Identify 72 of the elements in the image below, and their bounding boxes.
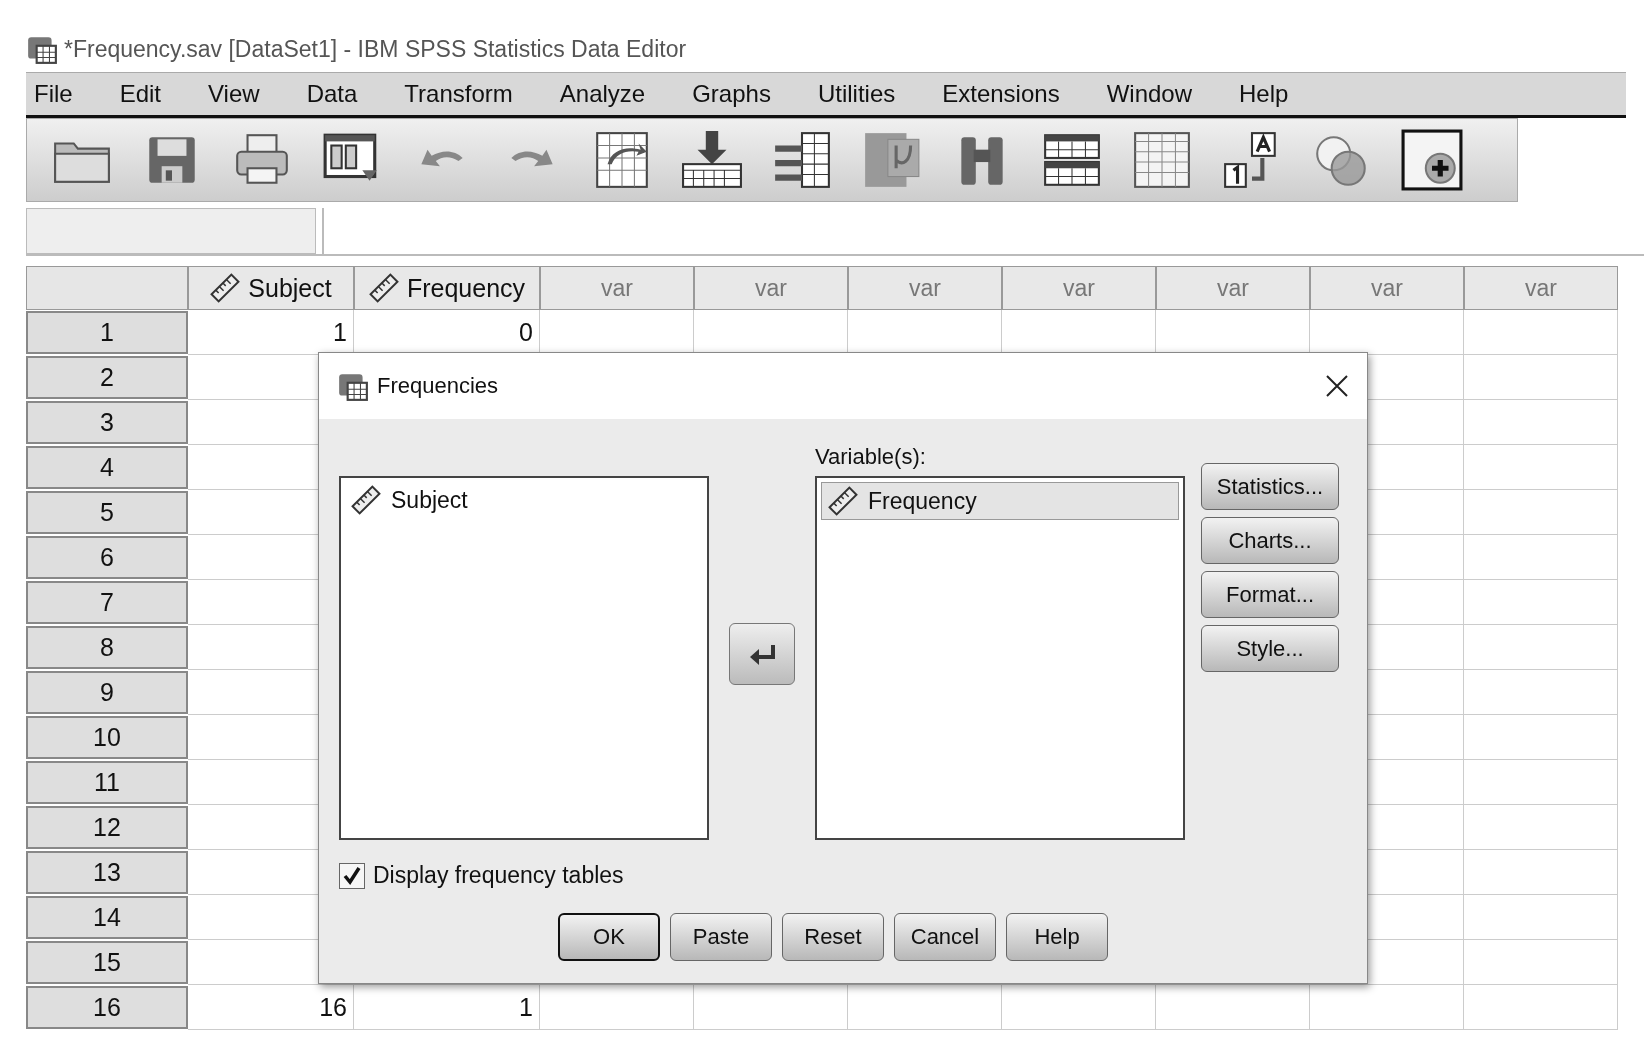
menu-item[interactable]: Edit <box>119 80 162 108</box>
row-number[interactable]: 14 <box>26 896 188 939</box>
column-name: var <box>1371 274 1403 302</box>
row-number[interactable]: 9 <box>26 671 188 714</box>
target-variable-list[interactable]: Frequency <box>815 476 1185 840</box>
column-header[interactable]: var <box>1002 266 1156 310</box>
column-header[interactable]: var <box>1464 266 1618 310</box>
menu-item[interactable]: Analyze <box>559 80 646 108</box>
column-header[interactable]: var <box>848 266 1002 310</box>
menu-item[interactable]: File <box>34 80 73 108</box>
move-button[interactable] <box>729 623 795 685</box>
dialog-button[interactable]: Paste <box>670 913 772 961</box>
row-number[interactable]: 3 <box>26 401 188 444</box>
row-number[interactable]: 12 <box>26 806 188 849</box>
table-cell: 16 <box>188 985 354 1030</box>
variable-name: Subject <box>391 486 468 514</box>
source-variable-list[interactable]: Subject <box>339 476 709 840</box>
row-number[interactable]: 8 <box>26 626 188 669</box>
menu-item[interactable]: Graphs <box>692 80 771 108</box>
cell-reference-field[interactable] <box>26 208 316 254</box>
row-number[interactable]: 15 <box>26 941 188 984</box>
dialog-button[interactable]: OK <box>558 913 660 961</box>
row-number[interactable]: 1 <box>26 311 188 354</box>
column-name: var <box>1525 274 1557 302</box>
row-number[interactable]: 4 <box>26 446 188 489</box>
menu-item[interactable]: Utilities <box>817 80 896 108</box>
grid-icon[interactable] <box>1131 129 1193 191</box>
row-number[interactable]: 2 <box>26 356 188 399</box>
dialog-button[interactable]: Cancel <box>894 913 996 961</box>
dialog-title: Frequencies <box>377 373 500 399</box>
menu-item[interactable]: Window <box>1106 80 1192 108</box>
row-number[interactable]: 11 <box>26 761 188 804</box>
column-header[interactable]: var <box>540 266 694 310</box>
menu-item[interactable]: Help <box>1239 80 1289 108</box>
column-name: Frequency <box>406 273 526 303</box>
row-number[interactable]: 7 <box>26 581 188 624</box>
dialog-button[interactable]: Format... <box>1201 571 1339 618</box>
menu-item[interactable]: Extensions <box>942 80 1060 108</box>
column-header[interactable]: var <box>1310 266 1464 310</box>
row-number[interactable]: 10 <box>26 716 188 759</box>
window-title: *Frequency.sav [DataSet1] - IBM SPSS Statistics Data Editor <box>64 35 687 63</box>
list-label: Variable(s): <box>815 444 927 470</box>
dialog-button[interactable]: Help <box>1006 913 1108 961</box>
column-header[interactable]: Subject <box>188 266 354 310</box>
variable-item[interactable]: Subject <box>345 482 703 518</box>
row-number[interactable]: 6 <box>26 536 188 579</box>
row-number[interactable]: 16 <box>26 986 188 1029</box>
dialog-button[interactable]: Charts... <box>1201 517 1339 564</box>
column-name: Subject <box>248 273 332 303</box>
menu-item[interactable]: Transform <box>404 80 513 108</box>
menu-item[interactable]: View <box>208 80 260 108</box>
column-header[interactable]: var <box>694 266 848 310</box>
checkbox[interactable] <box>339 862 365 889</box>
column-name: var <box>601 274 633 302</box>
dialog-button[interactable]: Reset <box>782 913 884 961</box>
close-icon[interactable] <box>1325 374 1349 398</box>
row-number[interactable]: 13 <box>26 851 188 894</box>
variable-name: Frequency <box>868 487 977 515</box>
dialog-button[interactable]: Style... <box>1201 625 1339 672</box>
download-table-icon[interactable] <box>681 129 743 191</box>
column-header[interactable]: var <box>1156 266 1310 310</box>
column-name: var <box>1217 274 1249 302</box>
column-name: var <box>755 274 787 302</box>
row-number[interactable]: 5 <box>26 491 188 534</box>
column-name: var <box>909 274 941 302</box>
menu-item[interactable]: Data <box>306 80 358 108</box>
table-cell: 1 <box>354 985 540 1030</box>
variable-item[interactable]: Frequency <box>821 482 1179 520</box>
checkbox-label: Display frequency tables <box>373 862 624 889</box>
column-name: var <box>1063 274 1095 302</box>
dialog-button[interactable]: Statistics... <box>1201 463 1339 510</box>
column-header[interactable]: Frequency <box>354 266 540 310</box>
